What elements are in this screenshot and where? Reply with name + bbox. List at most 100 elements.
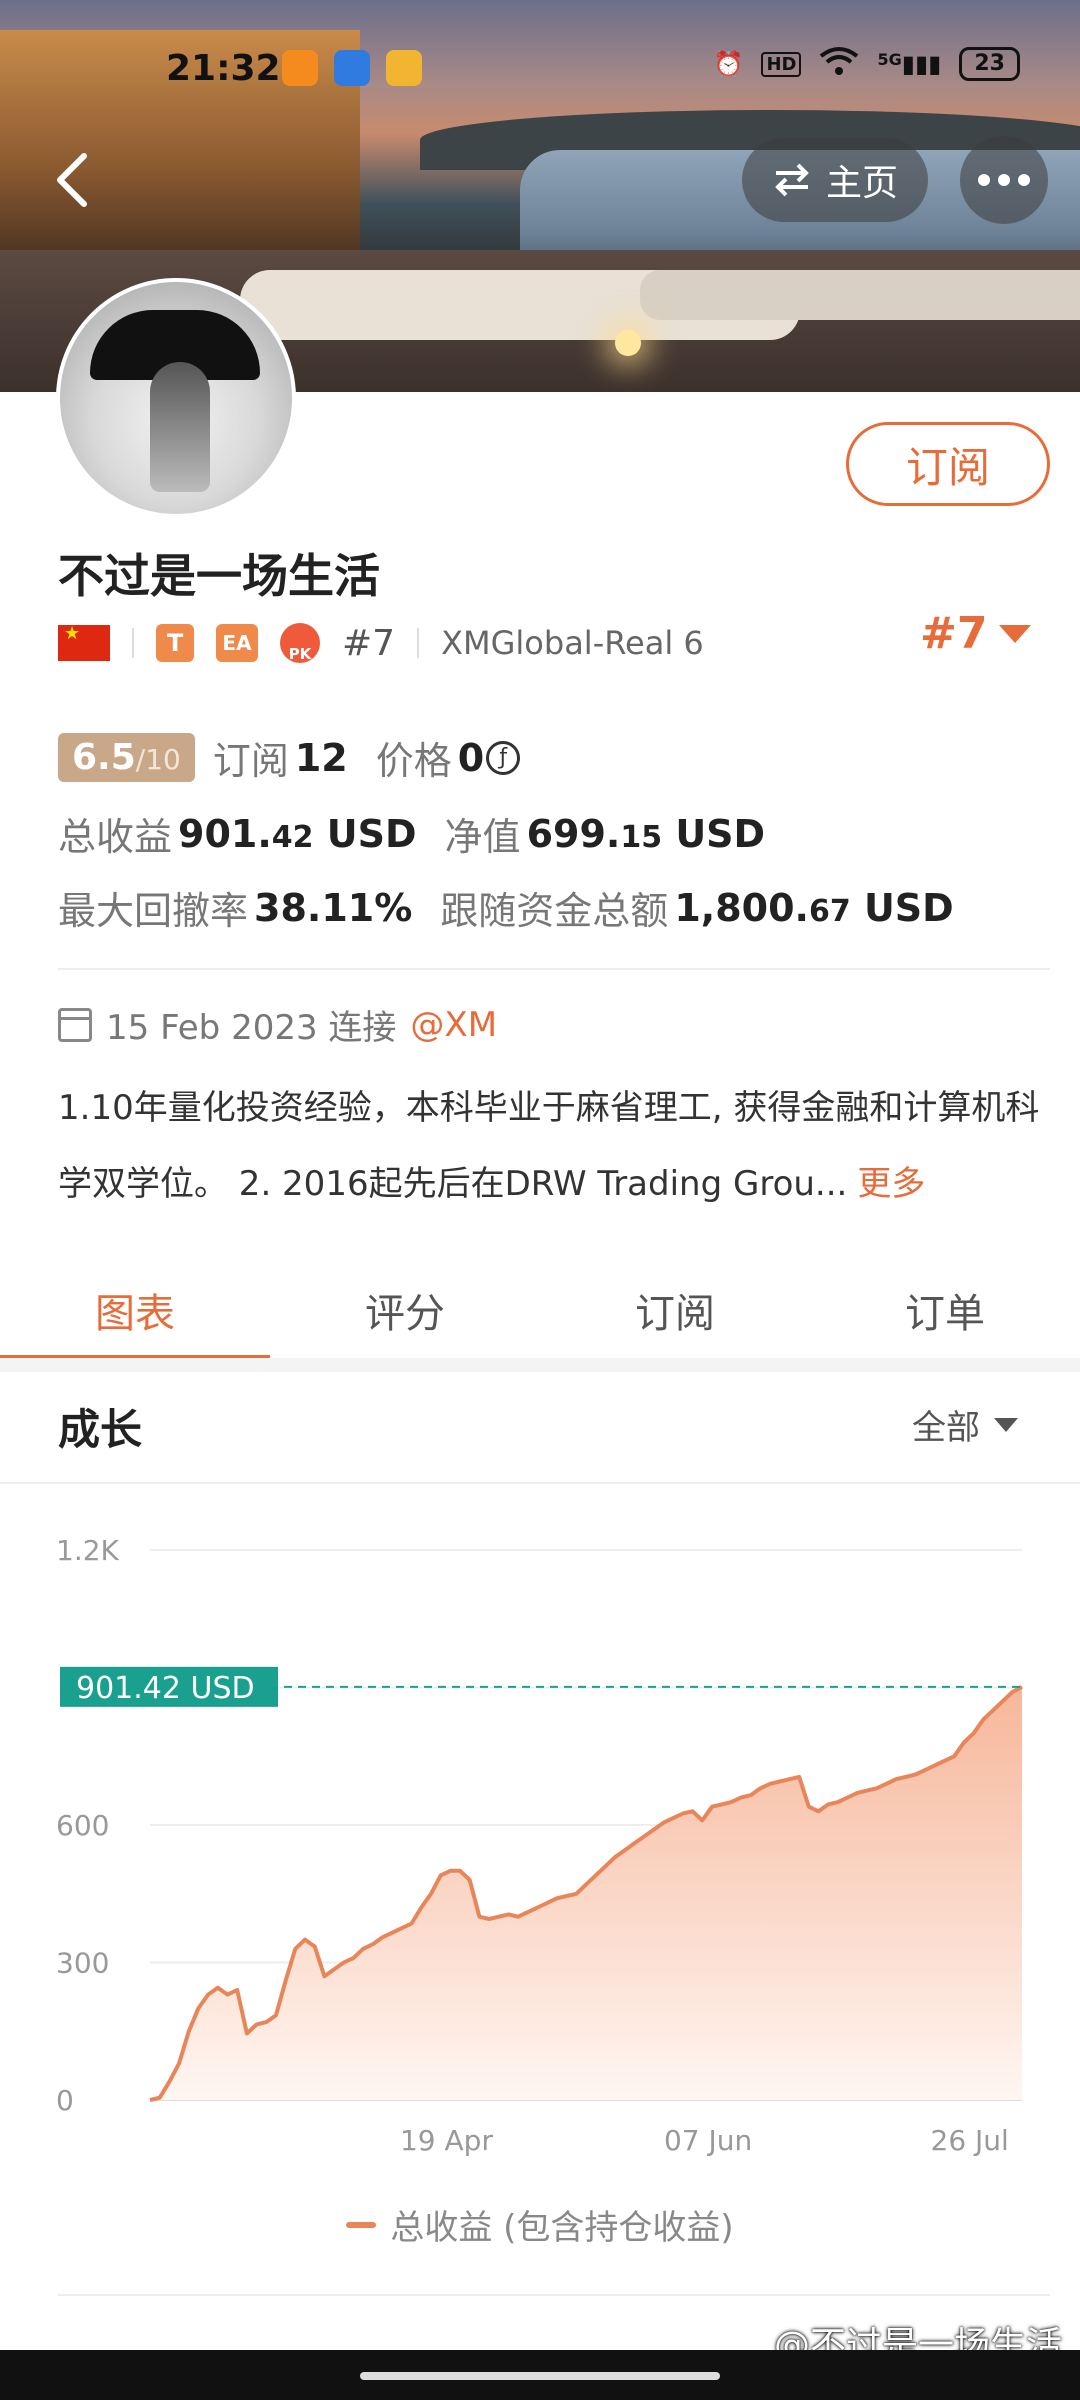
broker-link[interactable]: @XM — [410, 1005, 497, 1045]
growth-chart[interactable]: 1.2K 600 300 0 19 Apr 07 Jun 26 Jul 901.42 US… — [0, 1500, 1080, 2180]
system-nav-bar — [0, 2350, 1080, 2400]
y-tick-label: 0 — [56, 2084, 74, 2117]
tab-orders[interactable]: 订单 — [810, 1262, 1080, 1358]
net-value-dec: 15 — [620, 819, 663, 855]
calendar-icon — [58, 1007, 92, 1042]
rank-value: #7 — [920, 608, 988, 659]
y-tick-label: 600 — [56, 1809, 109, 1842]
score-value: 6.5 — [72, 737, 136, 778]
net-value-int: 699. — [526, 811, 621, 856]
rank-small: #7 — [342, 622, 396, 664]
profit-area — [150, 1686, 1022, 2100]
score-badge: 6.5/10 — [58, 733, 195, 782]
more-dot-icon — [1018, 174, 1030, 186]
home-label: 主页 — [825, 163, 898, 204]
tag-ea: EA — [216, 624, 258, 662]
battery-icon: 23 — [959, 47, 1020, 81]
more-dot-icon — [978, 174, 990, 186]
stats-row-3: 最大回撤率 38.11% 跟随资金总额 1,800.67 USD — [58, 880, 964, 935]
banner-pool — [640, 270, 1080, 320]
profile-name: 不过是一场生活 — [58, 549, 380, 603]
home-indicator[interactable] — [360, 2372, 720, 2380]
x-tick-label: 19 Apr — [400, 2124, 493, 2157]
follow-funds-int: 1,800. — [674, 885, 809, 930]
chevron-left-icon — [57, 153, 87, 207]
network-type: 5G — [877, 50, 902, 69]
coin-icon: ƒ — [486, 740, 521, 775]
period-filter-label: 全部 — [912, 1408, 980, 1448]
tag-t: T — [156, 624, 194, 662]
wifi-icon — [819, 46, 859, 82]
pk-fire-icon: PK — [280, 623, 320, 663]
x-tick-label: 26 Jul — [931, 2124, 1009, 2157]
china-flag-icon — [58, 623, 110, 661]
profile-tags: T EA PK #7 XMGlobal-Real 6 — [58, 618, 704, 668]
subscribers-label: 订阅 — [212, 739, 289, 783]
total-profit-value: 901.42 USD — [178, 812, 417, 856]
home-button[interactable]: 主页 — [742, 138, 928, 222]
back-button[interactable] — [48, 150, 98, 210]
app-notification-icon — [334, 50, 370, 86]
subscribe-button[interactable]: 订阅 — [846, 422, 1050, 506]
alarm-icon: ⏰ — [713, 50, 744, 78]
stats-row-1: 6.5/10 订阅 12 价格 0 ƒ — [58, 730, 521, 785]
caret-down-icon — [999, 624, 1032, 643]
price-label: 价格 — [375, 739, 452, 783]
avatar-figure — [150, 362, 210, 492]
status-bar: 21:32 ⏰ HD 5G▮▮▮ 23 — [0, 0, 1080, 130]
bio: 1.10年量化投资经验，本科毕业于麻省理工, 获得金融和计算机科学双学位。 2.… — [58, 1070, 1048, 1222]
net-value: 699.15 USD — [527, 812, 766, 856]
avatar[interactable] — [56, 278, 296, 518]
tab-chart[interactable]: 图表 — [0, 1262, 270, 1361]
divider — [132, 628, 134, 658]
divider — [0, 1482, 1080, 1484]
swap-icon — [775, 163, 809, 197]
stats-row-2: 总收益 901.42 USD 净值 699.15 USD — [58, 806, 775, 861]
growth-title: 成长 — [58, 1405, 143, 1454]
banner-lamp — [615, 330, 641, 356]
max-drawdown-value: 38.11% — [254, 885, 413, 930]
subscribers-count: 12 — [294, 735, 348, 780]
caret-down-icon — [994, 1417, 1018, 1432]
period-filter[interactable]: 全部 — [912, 1400, 1018, 1449]
legend-swatch — [346, 2221, 377, 2228]
total-profit-dec: 42 — [271, 819, 314, 855]
total-profit-unit: USD — [326, 811, 417, 856]
y-tick-label: 300 — [56, 1947, 109, 1980]
more-button[interactable] — [960, 136, 1048, 224]
current-value-label: 901.42 USD — [76, 1671, 255, 1706]
tab-subscribe[interactable]: 订阅 — [540, 1262, 810, 1358]
price-value: 0 — [457, 735, 485, 780]
hd-icon: HD — [761, 51, 802, 77]
tab-rating[interactable]: 评分 — [270, 1262, 540, 1358]
status-icons: ⏰ HD 5G▮▮▮ 23 — [714, 46, 1020, 82]
bio-more-link[interactable]: 更多 — [857, 1164, 925, 1204]
app-notification-icon — [386, 50, 422, 86]
follow-funds-dec: 67 — [808, 893, 851, 929]
y-tick-label: 1.2K — [56, 1534, 120, 1567]
broker-account: XMGlobal-Real 6 — [441, 624, 704, 662]
follow-funds-unit: USD — [863, 885, 954, 930]
follow-funds-value: 1,800.67 USD — [674, 886, 953, 930]
app-notification-icon — [282, 50, 318, 86]
join-info: 15 Feb 2023 连接 @XM — [58, 1000, 497, 1049]
divider — [417, 628, 420, 658]
total-profit-label: 总收益 — [58, 815, 173, 859]
total-profit-int: 901. — [178, 811, 272, 856]
follow-funds-label: 跟随资金总额 — [440, 889, 669, 933]
battery-level: 23 — [974, 51, 1005, 76]
status-time: 21:32 — [166, 48, 281, 89]
section-gap — [0, 1358, 1080, 1372]
net-value-unit: USD — [675, 811, 766, 856]
x-tick-label: 07 Jun — [664, 2124, 752, 2157]
more-dot-icon — [998, 174, 1010, 186]
rank-dropdown[interactable]: #7 — [920, 608, 1032, 659]
chart-legend[interactable]: 总收益 (包含持仓收益) — [0, 2200, 1080, 2249]
max-drawdown-label: 最大回撤率 — [58, 889, 249, 933]
join-date: 15 Feb 2023 连接 — [106, 1008, 397, 1048]
divider — [58, 2294, 1050, 2296]
net-value-label: 净值 — [444, 815, 521, 859]
tab-bar: 图表 评分 订阅 订单 — [0, 1262, 1080, 1361]
signal-icon: 5G▮▮▮ — [877, 50, 942, 78]
divider — [58, 968, 1050, 970]
